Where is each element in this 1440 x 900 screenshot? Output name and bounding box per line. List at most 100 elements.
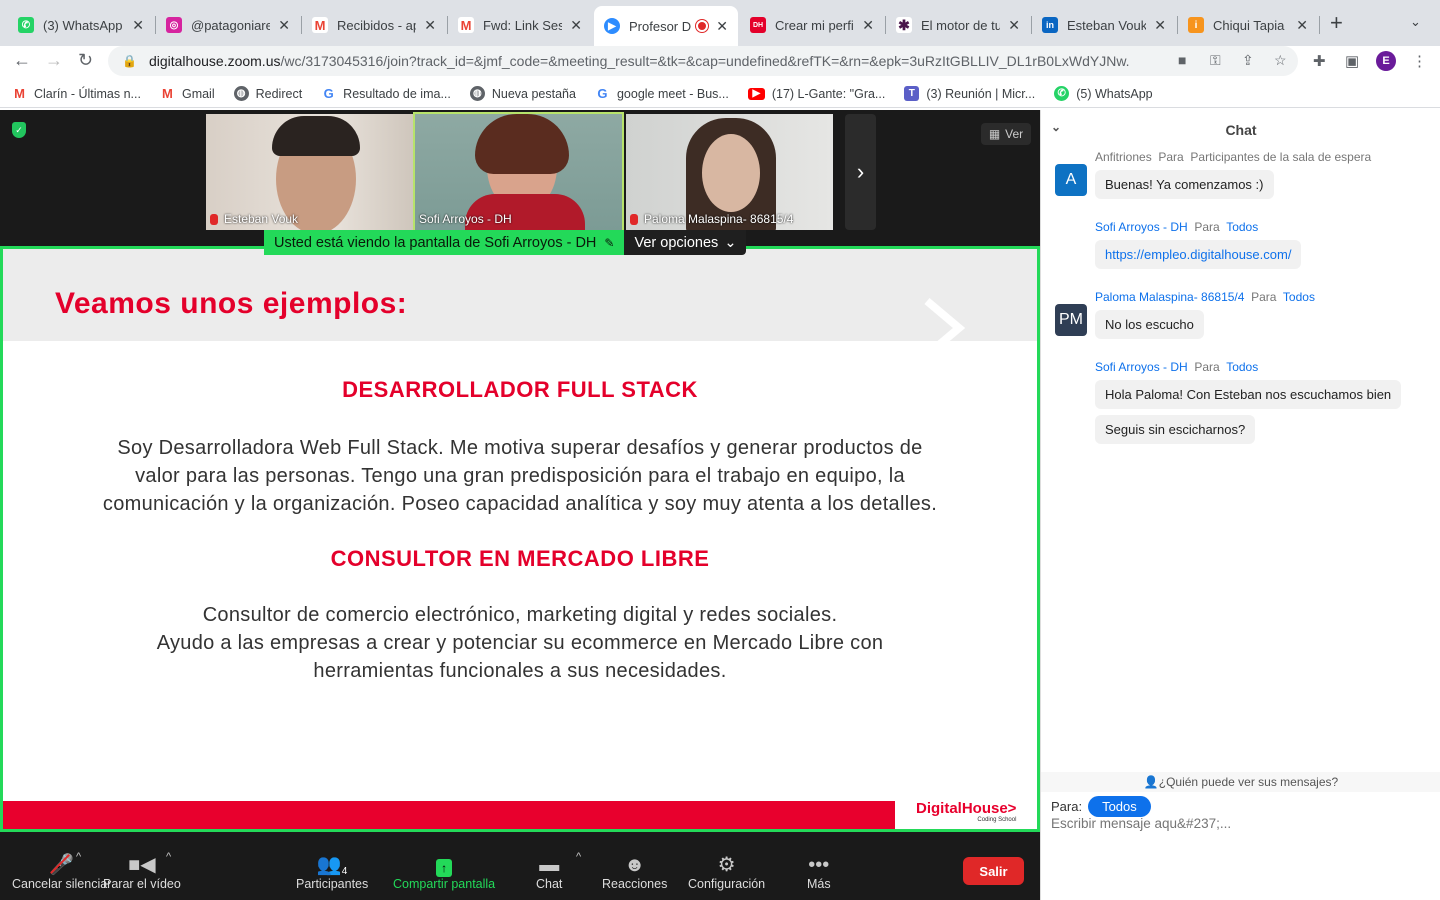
meeting-toolbar: 🎤 Cancelar silenciar ^ ■◀ Parar el vídeo…: [0, 843, 1040, 900]
close-icon[interactable]: ✕: [1296, 17, 1308, 34]
person-icon: 👤: [1143, 775, 1159, 789]
settings-button[interactable]: ⚙ Configuración: [688, 851, 765, 891]
address-bar-row: ← → ↻ 🔒 digitalhouse.zoom.us/wc/31730453…: [0, 46, 1440, 78]
close-icon[interactable]: ✕: [278, 17, 290, 34]
message-bubble: No los escucho: [1095, 310, 1204, 339]
slide-title: Veamos unos ejemplos:: [55, 287, 408, 320]
gmail-icon: M: [12, 86, 27, 101]
bookmark-redirect[interactable]: ◍ Redirect: [233, 86, 302, 101]
video-thumb-paloma[interactable]: Paloma Malaspina- 86815/4: [626, 114, 833, 230]
gmail-icon: M: [458, 17, 474, 33]
bookmark-youtube[interactable]: ▶ (17) L-Gante: "Gra...: [747, 87, 885, 101]
share-screen-button[interactable]: ↑ Compartir pantalla: [393, 851, 495, 891]
chat-panel: ⌄ Chat A Anfitriones Para Participantes …: [1040, 110, 1440, 900]
avatar: A: [1055, 164, 1087, 196]
view-options-button[interactable]: Ver opciones ⌄: [624, 230, 747, 255]
browser-tab-bar: ✆ (3) WhatsApp✕ ◎ @patagoniarec✕ M Recib…: [0, 0, 1440, 46]
bookmark-gmail[interactable]: M Gmail: [159, 86, 215, 101]
close-icon[interactable]: ✕: [1154, 17, 1166, 34]
menu-kebab-icon[interactable]: ⋮: [1412, 52, 1427, 70]
tab-instagram[interactable]: ◎ @patagoniarec✕: [156, 8, 300, 42]
screen-share-banner: Usted está viendo la pantalla de Sofi Ar…: [264, 230, 747, 255]
chat-title: Chat: [1225, 122, 1257, 138]
lock-icon: 🔒: [122, 54, 137, 68]
globe-icon: ◍: [233, 86, 249, 101]
close-icon[interactable]: ✕: [570, 17, 582, 34]
unmute-button[interactable]: 🎤 Cancelar silenciar: [12, 851, 111, 891]
share-icon[interactable]: ⇪: [1242, 52, 1254, 69]
section-heading: DESARROLLADOR FULL STACK: [342, 377, 698, 402]
gmail-icon: M: [312, 17, 328, 33]
video-thumb-esteban[interactable]: Esteban Vouk: [206, 114, 413, 230]
audio-options-caret-icon[interactable]: ^: [76, 851, 81, 863]
url-input[interactable]: 🔒 digitalhouse.zoom.us/wc/3173045316/joi…: [108, 46, 1298, 76]
video-thumb-sofi[interactable]: Sofi Arroyos - DH: [413, 112, 624, 232]
chat-message-input[interactable]: [1051, 816, 1431, 831]
zoom-meeting-area: ✓ Esteban Vouk Sofi Arroyos - DH Paloma …: [0, 110, 1040, 900]
tab-digitalhouse[interactable]: DH Crear mi perfil ✕: [740, 8, 884, 42]
collapse-chevron-icon[interactable]: ⌄: [1051, 120, 1061, 134]
back-arrow-icon[interactable]: ←: [13, 50, 31, 71]
bookmark-clarin[interactable]: M Clarín - Últimas n...: [12, 86, 141, 101]
tab-infobae[interactable]: i Chiqui Tapia h ✕: [1178, 8, 1318, 42]
tab-zoom-active[interactable]: ▶ Profesor D ✕: [594, 6, 738, 46]
tab-gmail-inbox[interactable]: M Recibidos - ap ✕: [302, 8, 446, 42]
digitalhouse-icon: DH: [750, 17, 766, 33]
profile-avatar[interactable]: E: [1376, 51, 1396, 71]
tab-gmail-fwd[interactable]: M Fwd: Link Sesi ✕: [448, 8, 592, 42]
more-button[interactable]: ••• Más: [807, 851, 831, 891]
new-tab-button[interactable]: +: [1330, 10, 1343, 36]
tab-slack[interactable]: ✱ El motor de tu ✕: [886, 8, 1030, 42]
bookmark-teams[interactable]: T (3) Reunión | Micr...: [904, 86, 1035, 101]
muted-mic-icon: [210, 213, 218, 225]
message-bubble: Seguis sin escicharnos?: [1095, 415, 1256, 444]
section-text-line: Ayudo a las empresas a crear y potenciar…: [156, 632, 884, 654]
tab-whatsapp[interactable]: ✆ (3) WhatsApp ✕: [8, 8, 154, 42]
side-panel-icon[interactable]: ▣: [1345, 52, 1359, 70]
close-icon[interactable]: ✕: [132, 17, 144, 34]
close-icon[interactable]: ✕: [424, 17, 436, 34]
key-icon[interactable]: ⚿: [1210, 52, 1221, 69]
chat-message: A Anfitriones Para Participantes de la s…: [1055, 150, 1435, 199]
section-text-line: valor para las personas. Tengo una gran …: [135, 465, 905, 487]
infobae-icon: i: [1188, 17, 1204, 33]
view-button[interactable]: ▦ Ver: [981, 123, 1031, 145]
video-options-caret-icon[interactable]: ^: [166, 851, 171, 863]
chat-options-caret-icon[interactable]: ^: [576, 851, 581, 863]
section-text-line: Soy Desarrolladora Web Full Stack. Me mo…: [117, 437, 923, 459]
close-icon[interactable]: ✕: [862, 17, 874, 34]
bookmark-google-meet[interactable]: Ggoogle meet - Bus...: [594, 86, 729, 101]
section-text-line: comunicación y la organización. Poseo ca…: [102, 493, 938, 515]
shared-screen-slide: Veamos unos ejemplos: DESARROLLADOR FULL…: [0, 246, 1040, 832]
google-icon: G: [594, 86, 610, 101]
section-text-line: Consultor de comercio electrónico, marke…: [202, 604, 838, 626]
bookmark-nueva-pestana[interactable]: ◍ Nueva pestaña: [469, 86, 576, 101]
extensions-icon[interactable]: ✚: [1313, 52, 1326, 70]
next-videos-chevron-icon[interactable]: ›: [845, 114, 876, 230]
gmail-icon: M: [159, 86, 175, 101]
forward-arrow-icon[interactable]: →: [45, 50, 63, 71]
reload-icon[interactable]: ↻: [78, 50, 93, 71]
who-can-see-link[interactable]: 👤¿Quién puede ver sus mensajes?: [1041, 772, 1440, 792]
close-icon[interactable]: ✕: [1008, 17, 1020, 34]
recording-icon: [696, 20, 709, 32]
reactions-button[interactable]: ☻ Reacciones: [602, 851, 667, 891]
mic-muted-icon: 🎤: [49, 854, 75, 876]
tab-search-chevron-icon[interactable]: ⌄: [1410, 14, 1421, 30]
chat-message: Sofi Arroyos - DH Para Todos Hola Paloma…: [1055, 360, 1435, 444]
participants-button[interactable]: 👥 4 Participantes: [296, 851, 368, 891]
bookmark-resultado[interactable]: G Resultado de ima...: [321, 86, 451, 101]
chat-button[interactable]: ▬ Chat: [536, 851, 562, 891]
camera-icon[interactable]: ■: [1178, 52, 1186, 68]
globe-icon: ◍: [469, 86, 485, 101]
message-link[interactable]: https://empleo.digitalhouse.com/: [1095, 240, 1302, 269]
star-icon[interactable]: ☆: [1274, 52, 1287, 69]
tab-linkedin[interactable]: in Esteban Vouk ✕: [1032, 8, 1176, 42]
security-shield-icon[interactable]: ✓: [12, 122, 26, 138]
close-icon[interactable]: ✕: [716, 18, 728, 35]
message-bubble: Hola Paloma! Con Esteban nos escuchamos …: [1095, 380, 1402, 409]
bookmark-whatsapp[interactable]: ✆ (5) WhatsApp: [1054, 86, 1153, 101]
bookmarks-bar: M Clarín - Últimas n... M Gmail ◍ Redirect …: [0, 80, 1440, 108]
recipient-dropdown[interactable]: Todos: [1088, 796, 1151, 817]
leave-button[interactable]: Salir: [963, 857, 1024, 885]
